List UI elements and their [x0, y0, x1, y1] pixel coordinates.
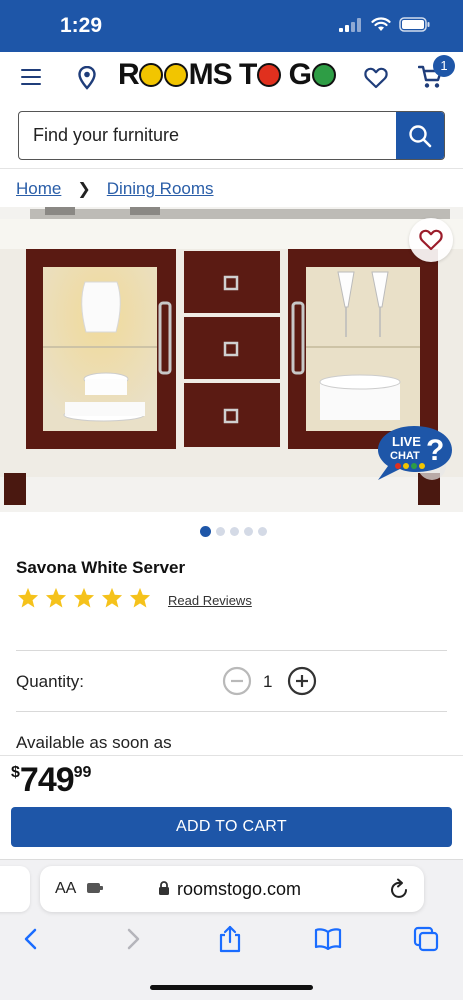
cart-count-badge: 1	[433, 55, 455, 77]
svg-text:CHAT: CHAT	[390, 450, 420, 462]
star-icon	[17, 587, 39, 608]
rooms-to-go-logo[interactable]: R MS T G	[118, 58, 336, 92]
battery-icon	[399, 17, 430, 32]
read-reviews-link[interactable]: Read Reviews	[168, 593, 252, 608]
status-time: 1:29	[60, 14, 103, 37]
heart-outline-icon	[419, 229, 443, 251]
breadcrumb: Home ❯ Dining Rooms	[16, 179, 214, 199]
breadcrumb-home[interactable]: Home	[16, 179, 61, 199]
wishlist-heart-icon[interactable]	[364, 67, 388, 89]
site-header: R MS T G	[0, 52, 463, 104]
price-currency: $	[11, 764, 20, 781]
svg-text:?: ?	[426, 434, 444, 467]
carousel-dot[interactable]	[200, 526, 211, 537]
star-icon	[129, 587, 151, 608]
url-text[interactable]: roomstogo.com	[177, 879, 301, 900]
section-divider	[16, 711, 447, 712]
home-indicator	[150, 985, 313, 990]
star-icon	[45, 587, 67, 608]
live-chat-button[interactable]: LIVE CHAT ?	[374, 422, 454, 489]
previous-tab-preview[interactable]	[0, 866, 30, 912]
location-pin-icon[interactable]	[78, 66, 96, 90]
search-icon	[409, 124, 432, 147]
search-input[interactable]	[19, 112, 397, 158]
search-button[interactable]	[396, 112, 444, 159]
star-icon	[101, 587, 123, 608]
star-icon	[73, 587, 95, 608]
wifi-icon	[371, 17, 391, 31]
quantity-label: Quantity:	[16, 672, 85, 691]
chevron-right-icon: ❯	[77, 181, 91, 198]
reload-icon[interactable]	[390, 878, 410, 900]
price-cents: 99	[73, 764, 92, 781]
carousel-dot[interactable]	[230, 527, 239, 536]
image-carousel-dots	[200, 526, 267, 537]
search-bar	[18, 111, 445, 160]
back-icon[interactable]	[22, 928, 40, 950]
svg-text:LIVE: LIVE	[392, 434, 421, 449]
carousel-dot[interactable]	[258, 527, 267, 536]
breadcrumb-dining-rooms[interactable]: Dining Rooms	[107, 179, 214, 199]
increase-quantity-button[interactable]	[287, 666, 317, 696]
menu-icon[interactable]	[21, 69, 41, 85]
section-divider	[16, 650, 447, 651]
price-dollars: 749	[19, 761, 75, 799]
extension-icon[interactable]	[86, 880, 104, 896]
star-rating	[17, 587, 151, 608]
quantity-value: 1	[263, 672, 273, 691]
reader-aa-button[interactable]: AA	[55, 880, 76, 898]
carousel-dot[interactable]	[216, 527, 225, 536]
bookmarks-icon[interactable]	[314, 928, 342, 950]
live-chat-icon: LIVE CHAT ?	[378, 426, 452, 480]
add-to-wishlist-button[interactable]	[409, 218, 453, 262]
lock-icon	[159, 881, 169, 895]
status-bar: 1:29	[0, 0, 463, 52]
share-icon[interactable]	[217, 925, 243, 953]
tabs-icon[interactable]	[413, 926, 439, 952]
availability-text: Available as soon as	[16, 733, 172, 752]
price: $74999	[11, 761, 91, 800]
forward-icon[interactable]	[124, 928, 142, 950]
header-divider	[0, 168, 463, 169]
add-to-cart-button[interactable]: ADD TO CART	[11, 807, 452, 847]
carousel-dot[interactable]	[244, 527, 253, 536]
product-title: Savona White Server	[16, 558, 186, 577]
signal-icon	[339, 17, 361, 32]
decrease-quantity-button[interactable]	[222, 666, 252, 696]
